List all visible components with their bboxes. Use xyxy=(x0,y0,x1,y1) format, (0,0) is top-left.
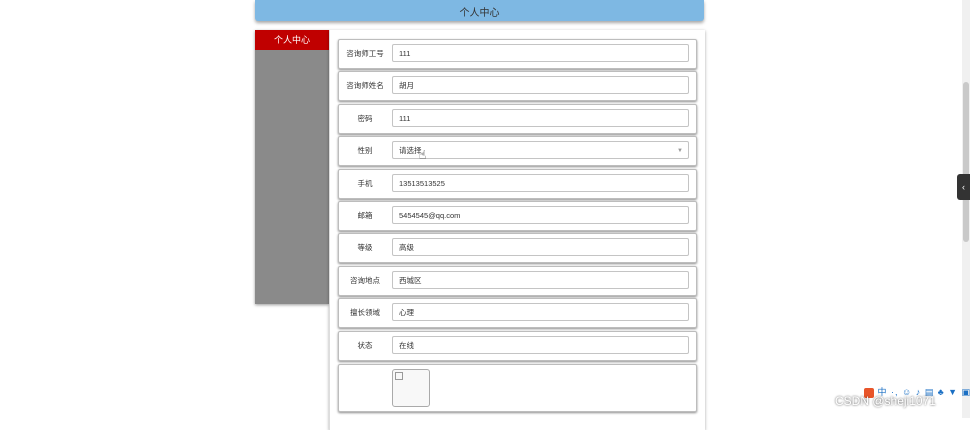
email-input[interactable]: 5454545@qq.com xyxy=(392,206,689,224)
staff-id-input[interactable]: 111 xyxy=(392,44,689,62)
phone-input[interactable]: 13513513525 xyxy=(392,174,689,192)
form-row-password: 密码 111 xyxy=(338,104,697,134)
field-label: 咨询师工号 xyxy=(346,49,384,58)
csdn-watermark: CSDN @sheji1071 xyxy=(835,394,936,408)
field-label: 状态 xyxy=(357,341,373,350)
form-row-staff-id: 咨询师工号 111 xyxy=(338,39,697,69)
avatar-image-upload[interactable] xyxy=(392,369,430,407)
form-row-status: 状态 在线 xyxy=(338,331,697,361)
field-label: 邮箱 xyxy=(357,211,373,220)
form-row-expertise: 擅长领域 心理 xyxy=(338,298,697,328)
form-row-level: 等级 高级 xyxy=(338,233,697,263)
page-scrollbar[interactable] xyxy=(962,0,970,418)
profile-form: 咨询师工号 111 咨询师姓名 胡月 密码 111 性别 请选择 ▼ 手机 13… xyxy=(329,30,705,430)
field-label: 手机 xyxy=(357,179,373,188)
broken-image-icon xyxy=(395,372,403,380)
field-label: 咨询师姓名 xyxy=(346,81,384,90)
gender-select[interactable]: 请选择 ▼ xyxy=(392,141,689,159)
level-input[interactable]: 高级 xyxy=(392,238,689,256)
sidebar: 个人中心 xyxy=(255,30,329,304)
side-tab-chevron-left-icon[interactable]: ‹ xyxy=(957,174,970,200)
form-row-email: 邮箱 5454545@qq.com xyxy=(338,201,697,231)
field-label: 等级 xyxy=(357,243,373,252)
field-label: 密码 xyxy=(357,114,373,123)
page-title: 个人中心 xyxy=(459,8,500,19)
form-row-name: 咨询师姓名 胡月 xyxy=(338,71,697,101)
page-header: 个人中心 xyxy=(255,0,704,21)
status-input[interactable]: 在线 xyxy=(392,336,689,354)
name-input[interactable]: 胡月 xyxy=(392,76,689,94)
field-label: 擅长领域 xyxy=(350,308,380,317)
password-input[interactable]: 111 xyxy=(392,109,689,127)
field-label: 咨询地点 xyxy=(350,276,380,285)
field-label: 性别 xyxy=(357,146,373,155)
form-row-location: 咨询地点 西城区 xyxy=(338,266,697,296)
form-row-gender: 性别 请选择 ▼ xyxy=(338,136,697,166)
form-row-phone: 手机 13513513525 xyxy=(338,169,697,199)
form-row-avatar xyxy=(338,364,697,412)
pointer-cursor-icon: ☝ xyxy=(419,148,427,162)
location-input[interactable]: 西城区 xyxy=(392,271,689,289)
scrollbar-thumb[interactable] xyxy=(963,82,969,242)
expertise-input[interactable]: 心理 xyxy=(392,303,689,321)
chevron-down-icon: ▼ xyxy=(677,148,683,154)
sidebar-item-personal-center[interactable]: 个人中心 xyxy=(255,30,329,50)
